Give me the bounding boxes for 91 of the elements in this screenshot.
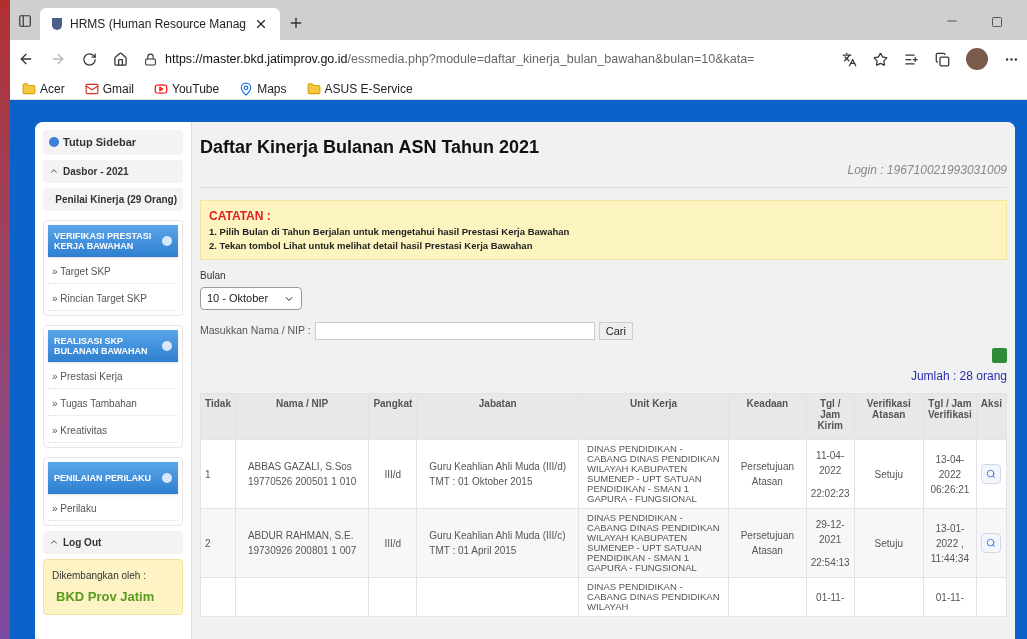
mail-icon (84, 81, 99, 96)
position-title: Guru Keahlian Ahli Muda (III/d) (429, 460, 567, 474)
table-cell: 2 (200, 508, 236, 578)
note-text: 2. Tekan tombol Lihat untuk melihat detail hasil Prestasi Kerja Bawahan (209, 239, 534, 253)
table-cell: Persetujuan Atasan (728, 439, 807, 509)
column-header: Nama / NIP (235, 393, 369, 440)
close-icon (254, 17, 268, 31)
position-tmt: TMT : 01 April 2015 (429, 544, 518, 558)
table-cell: DINAS PENDIDIKAN - CABANG DINAS PENDIDIKAN WILAYAH KABUPATEN SUMENEP - UPT SATUAN PENDIDIKAN - SMAN 1 GAPURA - FUNGSIONAL (578, 508, 729, 578)
column-header: Tgl / Jam Verifikasi (923, 393, 977, 440)
column-header: Keadaan (728, 393, 807, 440)
field-label: Masukkan Nama / NIP : (200, 323, 311, 339)
position-title: Guru Keahlian Ahli Muda (III/c) (429, 529, 567, 543)
collections-icon[interactable] (935, 51, 950, 67)
home-icon[interactable] (113, 51, 128, 67)
favorite-icon[interactable] (873, 51, 888, 67)
note-heading: CATATAN : (209, 208, 272, 225)
bookmark[interactable]: Acer (18, 79, 69, 98)
view-button[interactable] (981, 533, 1002, 553)
map-pin-icon (239, 81, 254, 96)
sidebar-link[interactable]: » Tugas Tambahan (48, 391, 178, 416)
login-info: Login : 196710021993031009 (200, 161, 1007, 188)
sent-date: 01-11- (815, 591, 846, 605)
sidebar-link[interactable]: » Kreativitas (48, 418, 178, 443)
column-header: Aksi (976, 393, 1007, 440)
tab-actions-icon[interactable] (18, 14, 32, 28)
column-header: Tidak (200, 393, 236, 440)
table-cell: Setuju (854, 439, 924, 509)
employee-nip: 19730926 200801 1 007 (247, 544, 357, 558)
panel-header[interactable]: REALISASI SKP BULANAN BAWAHAN (48, 329, 178, 362)
table-cell: Persetujuan Atasan (728, 508, 807, 578)
search-icon (986, 469, 997, 479)
lock-icon (144, 52, 157, 66)
sidebar-toggle[interactable]: Tutup Sidebar (43, 130, 183, 155)
panel-header[interactable]: VERIFIKASI PRESTASI KERJA BAWAHAN (48, 224, 178, 257)
employee-name: ABBAS GAZALI, S.Sos (247, 460, 353, 474)
sidebar-link[interactable]: » Target SKP (48, 259, 178, 284)
sidebar-link[interactable]: » Rincian Target SKP (48, 286, 178, 311)
table-cell: DINAS PENDIDIKAN - CABANG DINAS PENDIDIKAN WILAYAH KABUPATEN SUMENEP - UPT SATUAN PENDIDIKAN - SMAN 1 GAPURA - FUNGSIONAL (578, 439, 729, 509)
search-button[interactable]: Cari (598, 322, 633, 340)
column-header: Tgl / Jam Kirim (806, 393, 855, 440)
note-text: 1. Pilih Bulan di Tahun Berjalan untuk mengetahui hasil Prestasi Kerja Bawahan (209, 225, 571, 239)
column-header: Unit Kerja (578, 393, 729, 440)
table-cell: 1 (200, 439, 236, 509)
column-header: Jabatan (416, 393, 579, 440)
sent-time: 22:54:13 (810, 555, 850, 570)
sidebar-link[interactable]: » Prestasi Kerja (48, 364, 178, 389)
table-cell: III/d (368, 508, 417, 578)
bookmark[interactable]: Maps (235, 79, 291, 98)
new-tab-icon[interactable] (288, 15, 304, 31)
field-label: Bulan (200, 269, 227, 283)
table-cell: Setuju (854, 508, 924, 578)
browser-tab[interactable]: HRMS (Human Resource Manag (40, 8, 280, 40)
table-cell: 13-01-2022 , 11:44:34 (923, 508, 977, 578)
maximize-icon[interactable] (991, 16, 1003, 28)
sidebar-link[interactable]: » Perilaku (48, 496, 178, 521)
bookmark[interactable]: ASUS E-Service (302, 79, 417, 98)
column-header: Verifikasi Atasan (854, 393, 924, 440)
sent-date: 11-04-2022 (815, 448, 846, 478)
table-cell: DINAS PENDIDIKAN - CABANG DINAS PENDIDIKAN WILAYAH (578, 577, 729, 617)
employee-nip: 19770526 200501 1 010 (247, 475, 357, 489)
sent-date: 29-12-2021 (814, 517, 846, 547)
sidebar-menu-item[interactable]: Penilai Kinerja (29 Orang) (43, 187, 183, 211)
sidebar-menu-item[interactable]: Dasbor - 2021 (43, 159, 183, 183)
video-play-icon (154, 81, 169, 96)
bookmark[interactable]: Gmail (80, 79, 139, 98)
bookmark[interactable]: YouTube (150, 79, 224, 98)
search-field[interactable] (314, 322, 595, 340)
sent-time: 22:02:23 (810, 486, 850, 501)
shield-icon (52, 18, 62, 30)
folder-icon (306, 81, 321, 96)
sidebar-menu-item[interactable]: Log Out (43, 530, 183, 554)
table-cell: III/d (368, 439, 417, 509)
back-icon[interactable] (18, 51, 34, 67)
folder-icon (22, 81, 36, 96)
view-button[interactable] (981, 464, 1002, 484)
total-count: Jumlah : 28 orang (909, 368, 1007, 385)
table-cell: 13-04-2022 06:26:21 (923, 439, 977, 509)
position-tmt: TMT : 01 Oktober 2015 (429, 475, 534, 489)
organization-name: BKD Prov Jatim (55, 587, 156, 606)
reload-icon[interactable] (82, 51, 97, 67)
table-cell: 01-11- (923, 577, 977, 617)
address-field[interactable]: https://master.bkd.jatimprov.go.id/essmedia.php?module=daftar_kinerja_bulan_bawahan&bulan=10&kata= (144, 49, 826, 69)
profile-avatar[interactable] (966, 48, 988, 70)
favorites-icon[interactable] (904, 51, 919, 67)
page-title: Daftar Kinerja Bulanan ASN Tahun 2021 (200, 136, 541, 159)
search-icon (986, 538, 997, 548)
credit-label: Dikembangkan oleh : (52, 568, 147, 583)
month-select[interactable]: 10 - Oktober (200, 287, 302, 310)
employee-name: ABDUR RAHMAN, S.E. (247, 529, 355, 543)
column-header: Pangkat (368, 393, 417, 440)
